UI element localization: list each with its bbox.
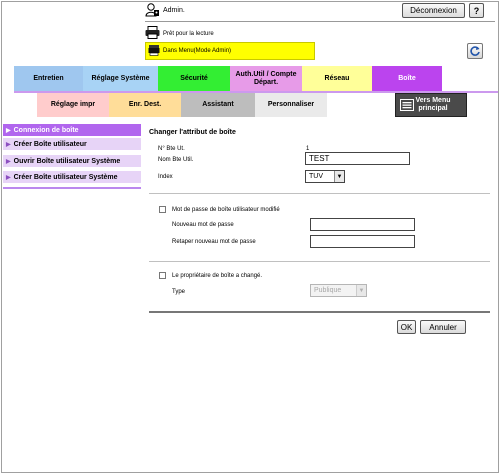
box-name-label: Nom Bte Util.: [158, 157, 194, 163]
tab-boite[interactable]: Boîte: [372, 66, 442, 91]
password-changed-checkbox[interactable]: [159, 206, 166, 213]
subtab-reglage-impr[interactable]: Réglage impr: [37, 93, 109, 117]
arrow-right-icon: ▶: [6, 158, 11, 165]
box-name-input[interactable]: TEST: [305, 152, 410, 165]
owner-changed-checkbox[interactable]: [159, 272, 166, 279]
status-text: Prêt pour la lecture: [163, 31, 214, 37]
type-select-value: Publique: [314, 287, 342, 294]
tab-reglage-systeme[interactable]: Réglage Système: [83, 66, 158, 91]
mode-text: Dans Menu(Mode Admin): [163, 48, 232, 54]
index-select[interactable]: TUV ▼: [305, 170, 345, 183]
new-password-input[interactable]: [310, 218, 415, 231]
index-label: Index: [158, 174, 173, 180]
subtab-enr-dest[interactable]: Enr. Dest.: [109, 93, 181, 117]
arrow-right-icon: ▶: [6, 127, 11, 134]
sidebar-item-label: Ouvrir Boîte utilisateur Système: [13, 157, 121, 165]
sidebar-item-label: Créer Boîte utilisateur Système: [13, 173, 118, 181]
ok-button[interactable]: OK: [397, 320, 416, 334]
section-divider: [149, 261, 490, 262]
index-select-value: TUV: [309, 173, 323, 180]
sidebar-item-ouvrir-boite-utilisateur-systeme[interactable]: ▶ Ouvrir Boîte utilisateur Système: [3, 155, 141, 168]
sidebar-item-label: Connexion de boîte: [13, 126, 79, 134]
owner-changed-label: Le propriétaire de boîte a changé.: [172, 273, 263, 279]
cancel-button[interactable]: Annuler: [420, 320, 466, 334]
tab-reseau[interactable]: Réseau: [302, 66, 372, 91]
type-select[interactable]: Publique ▼: [310, 284, 367, 297]
section-divider: [149, 193, 490, 194]
arrow-right-icon: ▶: [6, 174, 11, 181]
page-title: Changer l'attribut de boîte: [149, 129, 236, 136]
machine-mode-icon: [148, 45, 160, 56]
header-divider: [145, 21, 495, 22]
sidebar-item-connexion-de-boite[interactable]: ▶ Connexion de boîte: [3, 124, 141, 137]
main-menu-button[interactable]: Vers Menu principal: [395, 93, 467, 117]
tab-entretien[interactable]: Entretien: [14, 66, 83, 91]
admin-user-icon: [145, 3, 159, 17]
sidebar-bottom-border: [3, 187, 141, 189]
box-number-label: N° Bte Ut.: [158, 146, 185, 152]
arrow-right-icon: ▶: [6, 141, 11, 148]
password-changed-label: Mot de passe de boîte utilisateur modifi…: [172, 207, 280, 213]
chevron-down-icon: ▼: [356, 285, 366, 296]
admin-label: Admin.: [163, 7, 185, 14]
help-button[interactable]: ?: [469, 3, 484, 18]
new-password-label: Nouveau mot de passe: [172, 222, 234, 228]
retype-password-input[interactable]: [310, 235, 415, 248]
tab-auth-util-compte-depart[interactable]: Auth.Util / Compte Départ.: [230, 66, 302, 91]
retype-password-label: Retaper nouveau mot de passe: [172, 239, 256, 245]
main-menu-label: Vers Menu principal: [415, 97, 451, 112]
sidebar-item-label: Créer Boîte utilisateur: [13, 140, 87, 148]
chevron-down-icon: ▼: [334, 171, 344, 182]
subtab-assistant[interactable]: Assistant: [181, 93, 255, 117]
sidebar-item-creer-boite-utilisateur[interactable]: ▶ Créer Boîte utilisateur: [3, 138, 141, 151]
tab-securite[interactable]: Sécurité: [158, 66, 230, 91]
refresh-button[interactable]: [467, 43, 483, 59]
form-bottom-divider: [149, 311, 490, 313]
printer-status-icon: [145, 26, 160, 39]
subtab-personnaliser[interactable]: Personnaliser: [255, 93, 327, 117]
sidebar-item-creer-boite-utilisateur-systeme[interactable]: ▶ Créer Boîte utilisateur Système: [3, 171, 141, 184]
logout-button[interactable]: Déconnexion: [402, 3, 465, 18]
type-label: Type: [172, 289, 186, 295]
refresh-icon: [470, 46, 480, 56]
